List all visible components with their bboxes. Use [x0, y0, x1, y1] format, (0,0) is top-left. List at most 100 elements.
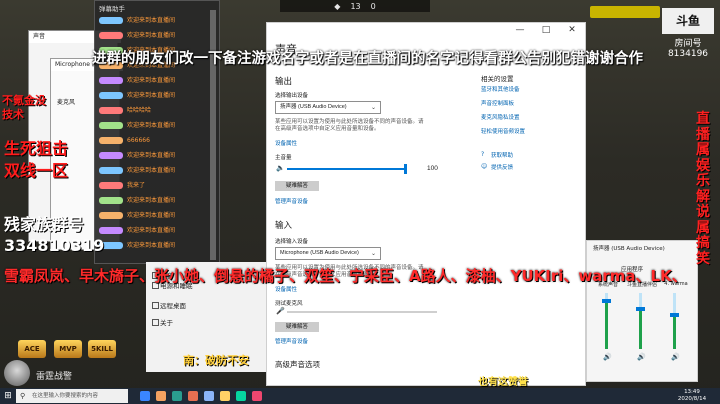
minimize-button[interactable]: — [507, 23, 533, 37]
windows-start-icon[interactable]: ⊞ [0, 388, 16, 404]
user-level-badge [99, 32, 123, 39]
taskbar-app-icon[interactable] [140, 391, 150, 401]
taskbar-app-icon[interactable] [172, 391, 182, 401]
related-link-ease-audio[interactable]: 轻松使用音频设置 [481, 127, 525, 135]
mixer-channel: 4. warma 🔊 [663, 281, 687, 367]
bottom-right-tip: 也有这赞誉 [478, 377, 528, 388]
clock-date: 2020/8/14 [677, 396, 707, 402]
chat-title: 弹幕助手 [99, 5, 125, 13]
mixer-volume-thumb[interactable] [670, 313, 679, 317]
maximize-button[interactable]: □ [533, 23, 559, 37]
taskbar-app-icon[interactable] [156, 391, 166, 401]
mixer-volume-thumb[interactable] [636, 307, 645, 311]
feedback-link[interactable]: 提供反馈 [491, 163, 513, 171]
chat-message-text: 欢迎来到本直播间 [127, 167, 176, 174]
group-number: 334810319 [4, 236, 105, 255]
speaker-icon[interactable]: 🔊 [603, 353, 612, 361]
mixer-level-meter [639, 309, 642, 349]
chat-message: 欢迎来到本直播间 [99, 75, 213, 86]
search-icon: ⚲ [20, 392, 26, 400]
input-device-properties-link[interactable]: 设备属性 [275, 285, 297, 293]
speaker-icon[interactable]: 🔊 [671, 353, 680, 361]
user-level-badge [99, 152, 123, 159]
taskbar-search-input[interactable]: ⚲ 在这里输入你要搜索的内容 [16, 389, 128, 403]
left-tag-2: 生死狙击双线一区 [4, 139, 69, 180]
output-troubleshoot-button[interactable]: 疑难解答 [275, 181, 319, 191]
master-volume-label: 主音量 [275, 155, 292, 161]
chat-message: 欢迎来到本直播间 [99, 165, 213, 176]
chat-message: 欢迎来到本直播间 [99, 90, 213, 101]
input-troubleshoot-label: 疑难解答 [285, 324, 308, 330]
master-volume-slider[interactable] [287, 168, 405, 170]
brand-mark: 斗鱼 [662, 8, 714, 34]
avatar-name: 雷霆战警 [36, 372, 73, 382]
input-troubleshoot-button[interactable]: 疑难解答 [275, 322, 319, 332]
help-icon: ? [481, 151, 485, 158]
related-link-sound-panel[interactable]: 声音控制面板 [481, 99, 514, 107]
close-button[interactable]: ✕ [559, 23, 585, 37]
chat-message-text: 欢迎来到本直播间 [127, 122, 176, 129]
room-id: 房间号 8134196 [662, 36, 714, 59]
output-device-value: 扬声器 (USB Audio Device) [280, 104, 347, 110]
mixer-volume-thumb[interactable] [602, 299, 611, 303]
user-level-badge [99, 122, 123, 129]
input-device-dropdown[interactable]: Microphone (USB Audio Device) ⌄ [275, 247, 381, 260]
taskbar-app-icon[interactable] [252, 391, 262, 401]
related-link-bluetooth[interactable]: 蓝牙和其他设备 [481, 85, 520, 93]
taskbar-app-icon[interactable] [204, 391, 214, 401]
related-settings-header: 相关的设置 [481, 76, 514, 83]
input-header: 输入 [275, 220, 293, 230]
speaker-icon: 🔈 [276, 164, 285, 172]
chat-message-text: 我来了 [127, 182, 146, 189]
speaker-icon[interactable]: 🔊 [637, 353, 646, 361]
output-device-dropdown[interactable]: 扬声器 (USB Audio Device) ⌄ [275, 101, 381, 114]
mini-nav-item-remote[interactable]: 远程桌面 [160, 300, 186, 310]
manage-sound-devices-link-2[interactable]: 管理声音设备 [275, 337, 308, 345]
weapon-hud [590, 6, 660, 18]
chat-message-text: 欢迎来到本直播间 [127, 242, 176, 249]
user-level-badge [99, 17, 123, 24]
badge-5kill: 5KILL [88, 340, 116, 358]
clock-time: 13:49 [684, 389, 700, 395]
brand-logo-text: 斗鱼 [675, 14, 700, 28]
output-device-properties-link[interactable]: 设备属性 [275, 139, 297, 147]
mini-nav-item-about[interactable]: 关于 [160, 317, 173, 327]
chat-message-text: 欢迎来到本直播间 [127, 227, 176, 234]
taskbar-app-icon[interactable] [236, 391, 246, 401]
input-device-value: Microphone (USB Audio Device) [280, 250, 359, 256]
chat-message: 欢迎来到本直播间 [99, 210, 213, 221]
names-marquee: 雪霸凤岚、早木旖子、张小她、倒悬的橘子、双笙、宁采臣、A路人、漆柚、YUKIri… [4, 267, 687, 285]
chat-message-text: 欢迎来到本直播间 [127, 197, 176, 204]
mixer-channel: 斗鱼直播伴侣 🔊 [627, 281, 657, 367]
taskbar-app-icon[interactable] [188, 391, 198, 401]
stream-banner: 进群的朋友们改一下备注游戏名字或者是在直播间的名字记得看群公告别犯错谢谢合作 [92, 51, 643, 67]
window-controls: — □ ✕ [507, 23, 585, 37]
mic-label: 麦克风 [57, 99, 76, 106]
get-help-link[interactable]: 获取帮助 [491, 151, 513, 159]
hud-score-a: 13 [350, 1, 361, 11]
chat-message: 欢迎来到本直播间 [99, 15, 213, 26]
input-device-label: 选择输入设备 [275, 239, 309, 245]
info-icon [152, 319, 159, 326]
user-level-badge [99, 167, 123, 174]
chat-message: 欢迎来到本直播间 [99, 225, 213, 236]
left-tag-1: 不氪金没技术 [2, 94, 46, 121]
manage-sound-devices-link[interactable]: 管理声音设备 [275, 197, 308, 205]
user-level-badge [99, 107, 123, 114]
group-info: 残家族群号 334810319 [4, 214, 104, 256]
feedback-icon: ☺ [481, 163, 488, 170]
chevron-down-icon: ⌄ [370, 104, 376, 111]
chat-message-text: 欢迎来到本直播间 [127, 77, 176, 84]
master-volume-thumb[interactable] [404, 164, 407, 174]
sound-settings-window: — □ ✕ 声音 输出 选择输出设备 扬声器 (USB Audio Device… [266, 22, 586, 386]
mic-level-meter [287, 311, 437, 313]
taskbar-app-icon[interactable] [220, 391, 230, 401]
user-level-badge [99, 77, 123, 84]
search-placeholder: 在这里输入你要搜索的内容 [32, 393, 99, 399]
user-level-badge [99, 197, 123, 204]
system-clock[interactable]: 13:49 2020/8/14 [668, 389, 716, 403]
chevron-down-icon: ⌄ [370, 250, 376, 257]
user-level-badge [99, 182, 123, 189]
stream-screen: ◆ 13 0 斗鱼 房间号 8134196 声音 Microphone 属性 麦… [0, 0, 720, 404]
related-link-mic-privacy[interactable]: 麦克风隐私设置 [481, 113, 520, 121]
